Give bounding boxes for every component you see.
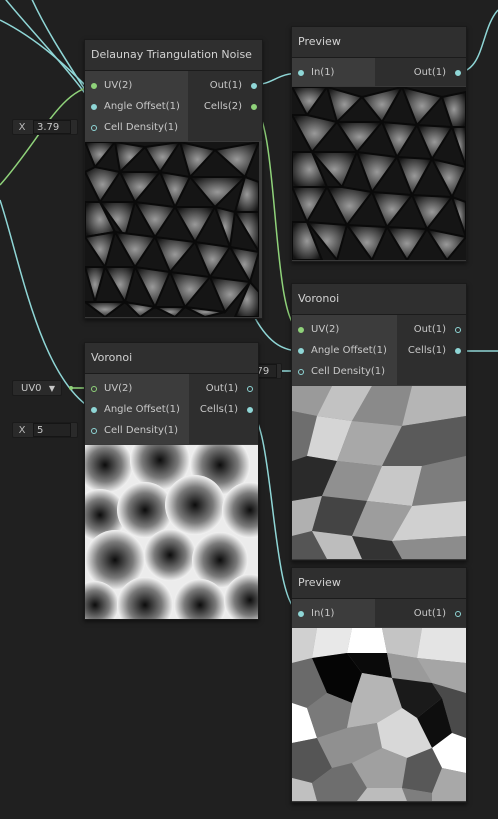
angle-offset-input-port[interactable] xyxy=(91,407,97,413)
chevron-down-icon: ▼ xyxy=(48,384,55,393)
node-title[interactable]: Voronoi xyxy=(292,284,466,315)
angle-offset-input-port[interactable] xyxy=(91,104,97,110)
delaunay-node[interactable]: Delaunay Triangulation Noise UV(2) Angle… xyxy=(84,39,263,319)
angle-offset-input-label: Angle Offset(1) xyxy=(104,404,180,415)
in-input-port[interactable] xyxy=(298,611,304,617)
axis-label: X xyxy=(18,425,26,436)
voronoi-right-preview-image xyxy=(292,386,466,559)
out-output-label: Out(1) xyxy=(413,324,446,335)
uv-channel-value: UV0 xyxy=(21,383,42,394)
cells-output-label: Cells(2) xyxy=(203,101,242,112)
cells-output-label: Cells(1) xyxy=(407,345,446,356)
out-output-label: Out(1) xyxy=(413,608,446,619)
out-output-port[interactable] xyxy=(247,386,253,392)
out-output-label: Out(1) xyxy=(209,80,242,91)
angle-offset-input-port[interactable] xyxy=(298,348,304,354)
cell-density-value[interactable]: 5 xyxy=(33,423,71,437)
cells-output-port[interactable] xyxy=(251,104,257,110)
out-output-port[interactable] xyxy=(251,83,257,89)
out-output-port[interactable] xyxy=(455,70,461,76)
preview-top-image xyxy=(292,87,466,260)
cell-density-input-label: Cell Density(1) xyxy=(311,366,386,377)
uv-input-label: UV(2) xyxy=(104,80,133,91)
voronoi-node-right[interactable]: Voronoi UV(2) Angle Offset(1) Cell Densi… xyxy=(291,283,467,561)
voronoi-left-preview-image xyxy=(85,445,258,619)
cells-output-port[interactable] xyxy=(247,407,253,413)
in-input-label: In(1) xyxy=(311,67,335,78)
angle-offset-input-label: Angle Offset(1) xyxy=(311,345,387,356)
node-title[interactable]: Delaunay Triangulation Noise xyxy=(85,40,262,71)
uv-field-connector xyxy=(69,386,73,390)
in-input-port[interactable] xyxy=(298,70,304,76)
uv-channel-dropdown[interactable]: UV0 ▼ xyxy=(12,380,62,396)
cells-output-port[interactable] xyxy=(455,348,461,354)
cell-density-input-label: Cell Density(1) xyxy=(104,122,179,133)
uv-input-port[interactable] xyxy=(91,386,97,392)
out-output-port[interactable] xyxy=(455,327,461,333)
cell-density-input-port[interactable] xyxy=(91,125,97,131)
cell-density-input-port[interactable] xyxy=(91,428,97,434)
voronoi-node-left[interactable]: Voronoi UV(2) Angle Offset(1) Cell Densi… xyxy=(84,342,259,620)
preview-node-bottom[interactable]: Preview In(1) Out(1) xyxy=(291,567,467,803)
cells-output-label: Cells(1) xyxy=(199,404,238,415)
node-title[interactable]: Voronoi xyxy=(85,343,258,374)
out-output-label: Out(1) xyxy=(413,67,446,78)
voronoi-left-cell-density-field[interactable]: X 5 xyxy=(12,422,78,438)
angle-offset-input-label: Angle Offset(1) xyxy=(104,101,180,112)
uv-input-port[interactable] xyxy=(91,83,97,89)
cell-density-value[interactable]: 3.79 xyxy=(33,120,71,134)
out-output-label: Out(1) xyxy=(205,383,238,394)
delaunay-cell-density-field[interactable]: X 3.79 xyxy=(12,119,78,135)
out-output-port[interactable] xyxy=(455,611,461,617)
node-title[interactable]: Preview xyxy=(292,27,466,58)
axis-label: X xyxy=(18,122,26,133)
node-title[interactable]: Preview xyxy=(292,568,466,599)
preview-bottom-image xyxy=(292,628,466,801)
cell-density-input-port[interactable] xyxy=(298,369,304,375)
uv-input-label: UV(2) xyxy=(311,324,340,335)
preview-node-top[interactable]: Preview In(1) Out(1) xyxy=(291,26,467,262)
cell-density-input-label: Cell Density(1) xyxy=(104,425,179,436)
in-input-label: In(1) xyxy=(311,608,335,619)
delaunay-preview-image xyxy=(85,142,259,317)
uv-input-label: UV(2) xyxy=(104,383,133,394)
uv-input-port[interactable] xyxy=(298,327,304,333)
